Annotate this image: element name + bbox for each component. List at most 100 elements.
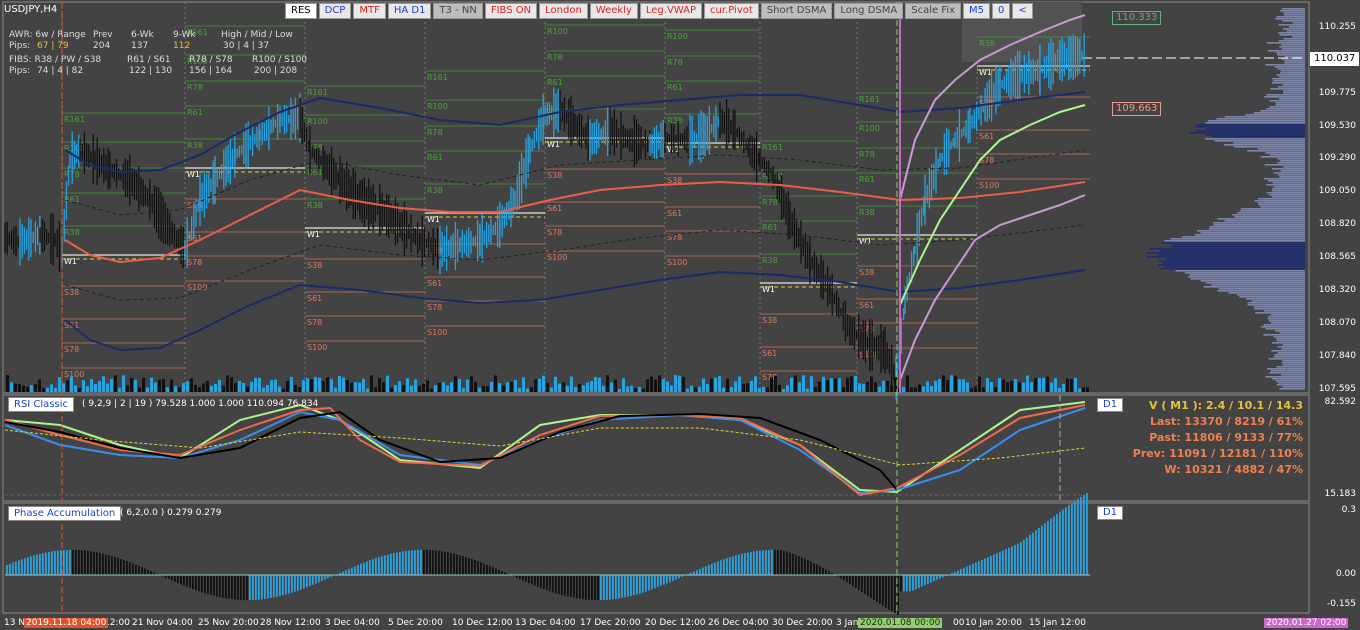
phase-bar xyxy=(522,575,524,581)
volume-bar xyxy=(798,382,801,392)
pivot-label: R78 xyxy=(859,150,875,159)
toolbar-button-14[interactable]: 0 xyxy=(992,3,1011,19)
profile-bar xyxy=(1267,316,1305,318)
phase-bar xyxy=(840,575,842,579)
phase-bar xyxy=(348,568,350,575)
phase-bar xyxy=(975,562,977,575)
prev-label: Prev xyxy=(93,30,113,40)
volume-bar xyxy=(190,378,193,392)
phase-bar xyxy=(1044,523,1046,575)
profile-bar xyxy=(1239,296,1305,298)
pivot-label: S38 xyxy=(547,171,562,180)
profile-bar xyxy=(1268,180,1305,182)
phase-bar xyxy=(858,575,860,591)
chart-canvas[interactable]: R161 R100 R78 R61 R38 W1 S38 S61 S78 S100 R161 R100… xyxy=(0,0,1360,630)
profile-bar xyxy=(1200,232,1305,234)
profile-bar xyxy=(1271,82,1305,84)
volume-bar xyxy=(678,375,681,392)
phase-bar xyxy=(36,554,38,575)
profile-bar xyxy=(1149,248,1305,250)
pivot-label: S100 xyxy=(427,328,447,337)
profile-bar xyxy=(1228,292,1305,294)
pivot-label: R61 xyxy=(547,78,563,87)
phase-bar xyxy=(483,563,485,575)
time-axis-label: 13 Dec 04:00 xyxy=(515,618,576,628)
profile-bar xyxy=(1274,354,1305,356)
profile-bar xyxy=(1217,218,1305,220)
rsi-d1-tag[interactable]: D1 xyxy=(1097,398,1124,412)
toolbar-button-5[interactable]: FIBS ON xyxy=(484,3,538,19)
toolbar-button-4[interactable]: T3 - NN xyxy=(433,3,483,19)
phase-bar xyxy=(654,575,656,589)
pips-label: Pips: xyxy=(9,41,31,51)
phase-bar xyxy=(753,551,755,575)
phase-bar xyxy=(480,562,482,575)
phase-bar xyxy=(255,575,257,600)
rsi-label-button[interactable]: RSI Classic xyxy=(8,397,75,412)
phase-bar xyxy=(243,575,245,601)
profile-bar xyxy=(1204,138,1305,140)
profile-bar xyxy=(1224,220,1305,222)
profile-bar xyxy=(1274,66,1305,68)
volume-bar xyxy=(902,386,905,392)
pivot-label: S61 xyxy=(762,349,777,358)
phase-bar xyxy=(375,558,377,575)
volume-bar xyxy=(534,379,537,392)
toolbar-button-6[interactable]: London xyxy=(539,3,588,19)
phase-bar xyxy=(1008,547,1010,575)
profile-bar xyxy=(1172,244,1305,246)
phase-bar xyxy=(843,575,845,581)
phase-bar xyxy=(759,550,761,575)
phase-d1-tag[interactable]: D1 xyxy=(1097,506,1124,520)
phase-bar xyxy=(669,575,671,583)
profile-bar xyxy=(1245,114,1305,116)
volume-bar xyxy=(358,382,361,392)
volume-bar xyxy=(410,385,413,392)
toolbar-button-3[interactable]: HA D1 xyxy=(387,3,432,19)
time-axis-label: 5 Dec 20:00 xyxy=(388,618,443,628)
toolbar-button-7[interactable]: Weekly xyxy=(589,3,638,19)
phase-bar xyxy=(177,575,179,584)
pivot-label: R78 xyxy=(547,53,563,62)
toolbar-button-9[interactable]: cur.Pivot xyxy=(704,3,759,19)
phase-bar xyxy=(150,571,152,575)
volume-stats: V ( M1 ): 2.4 / 10.1 / 14.3 Last: 13370 … xyxy=(1133,398,1303,478)
toolbar-button-10[interactable]: Short DSMA xyxy=(760,3,833,19)
phase-bar xyxy=(675,575,677,580)
phase-bar xyxy=(1050,518,1052,575)
volume-bar xyxy=(650,376,653,392)
phase-bar xyxy=(708,564,710,575)
toolbar-button-11[interactable]: Long DSMA xyxy=(834,3,904,19)
volume-bar xyxy=(266,385,269,392)
price-axis-label: 109.775 xyxy=(1318,88,1356,98)
phase-bar xyxy=(384,555,386,575)
volume-bar xyxy=(758,388,761,392)
toolbar-button-8[interactable]: Leg.VWAP xyxy=(639,3,703,19)
volume-bar xyxy=(1026,375,1029,392)
phase-label-button[interactable]: Phase Accumulation xyxy=(8,506,122,521)
profile-bar xyxy=(1281,48,1305,50)
profile-bar xyxy=(1279,46,1305,48)
toolbar-button-15[interactable]: < xyxy=(1012,3,1033,19)
phase-bar xyxy=(312,575,314,585)
pivot-label: S78 xyxy=(187,258,202,267)
toolbar-button-1[interactable]: DCP xyxy=(318,3,352,19)
profile-bar xyxy=(1266,184,1305,186)
toolbar-button-13[interactable]: M5 xyxy=(963,3,991,19)
toolbar-button-0[interactable]: RES xyxy=(285,3,317,19)
profile-bar xyxy=(1160,268,1305,270)
volume-bar xyxy=(22,385,25,392)
toolbar-button-2[interactable]: MTF xyxy=(353,3,386,19)
phase-bar xyxy=(876,575,878,602)
phase-bar xyxy=(420,549,422,575)
time-box-current: 2020.01.08 00:00 xyxy=(858,618,943,628)
profile-bar xyxy=(1277,346,1305,348)
phase-bar xyxy=(1026,537,1028,575)
profile-bar xyxy=(1277,352,1305,354)
volume-bar xyxy=(522,377,525,392)
volume-bar xyxy=(730,386,733,392)
time-axis-label: 3 Jan xyxy=(836,618,859,628)
toolbar-button-12[interactable]: Scale Fix xyxy=(905,3,962,19)
profile-bar xyxy=(1205,122,1305,124)
profile-bar xyxy=(1266,94,1305,96)
